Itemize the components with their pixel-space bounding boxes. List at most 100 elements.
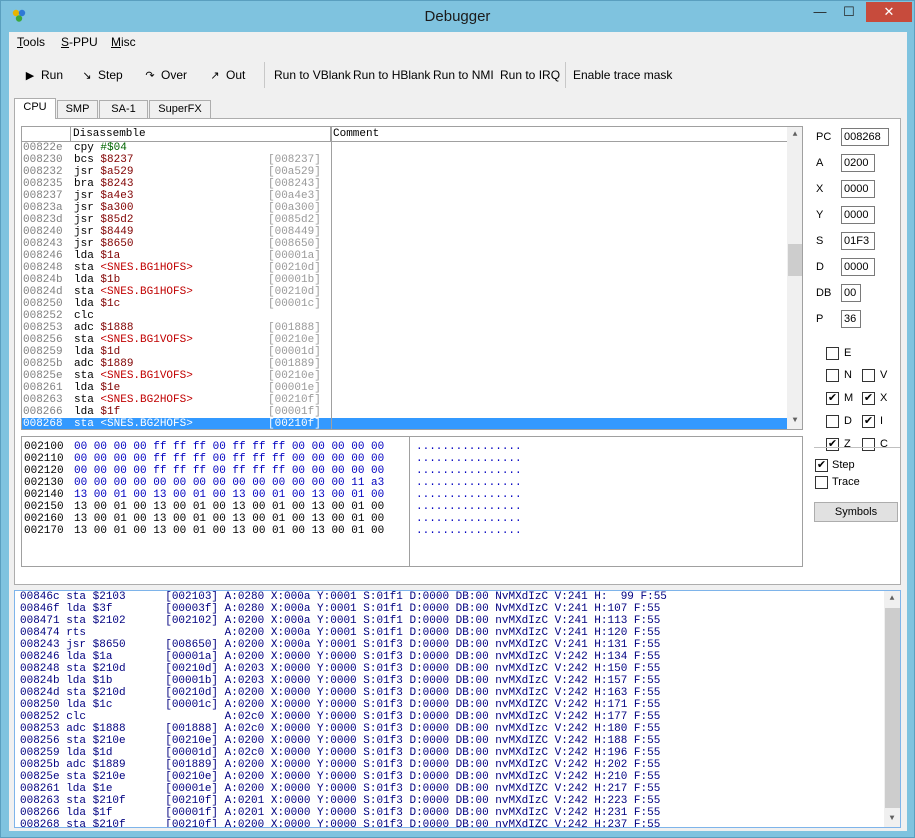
trace-line[interactable]: 008474 rts A:0200 X:000a Y:0001 S:01f1 D… (20, 627, 667, 639)
column-header-address[interactable] (22, 127, 71, 141)
scroll-up-icon[interactable]: ▲ (787, 127, 802, 143)
trace-line[interactable]: 00846f lda $3f [00003f] A:0280 X:000a Y:… (20, 603, 667, 615)
trace-line[interactable]: 008263 sta $210f [00210f] A:0201 X:0000 … (20, 795, 667, 807)
row-instruction: lda $1f (74, 406, 120, 418)
run-to-vblank-button[interactable]: Run to VBlank (274, 68, 351, 82)
tab-sa-1[interactable]: SA-1 (99, 100, 148, 118)
trace-scrollbar[interactable]: ▲ ▼ (884, 591, 900, 827)
title-bar[interactable]: Debugger — ☐ ✕ (1, 1, 914, 32)
row-instruction: sta <SNES.BG1VOFS> (74, 334, 193, 346)
trace-line[interactable]: 008268 sta $210f [00210f] A:0200 X:0000 … (20, 819, 667, 827)
disassembly-row[interactable]: 008235 bra $8243 [008243] (22, 178, 787, 190)
trace-line[interactable]: 00824b lda $1b [00001b] A:0203 X:0000 Y:… (20, 675, 667, 687)
tab-cpu[interactable]: CPU (14, 98, 56, 119)
disassembly-row[interactable]: 008230 bcs $8237 [008237] (22, 154, 787, 166)
row-opcode: clc (74, 310, 94, 322)
memory-row[interactable]: 002150 13 00 01 00 13 00 01 00 13 00 01 0… (24, 501, 784, 513)
disassembly-view[interactable]: Disassemble Comment 00822e cpy #$04 008230… (21, 126, 803, 430)
disassembly-row[interactable]: 00823d jsr $85d2 [0085d2] (22, 214, 787, 226)
memory-row[interactable]: 002170 13 00 01 00 13 00 01 00 13 00 01 0… (24, 525, 784, 537)
run-to-nmi-button[interactable]: Run to NMI (433, 68, 494, 82)
trace-line[interactable]: 00825b adc $1889 [001889] A:0200 X:0000 … (20, 759, 667, 771)
trace-line[interactable]: 00825e sta $210e [00210e] A:0200 X:0000 … (20, 771, 667, 783)
menu-misc[interactable]: Misc (111, 35, 136, 49)
trace-line[interactable]: 008256 sta $210e [00210e] A:0200 X:0000 … (20, 735, 667, 747)
trace-log[interactable]: 00846c sta $2103 [002103] A:0280 X:000a … (14, 590, 901, 828)
run-to-irq-button[interactable]: Run to IRQ (500, 68, 560, 82)
symbols-button[interactable]: Symbols (814, 502, 898, 522)
run-to-hblank-button[interactable]: Run to HBlank (353, 68, 430, 82)
step-over-button[interactable]: ↷ Over (143, 68, 187, 82)
column-header-comment[interactable]: Comment (331, 127, 787, 141)
register-pc-value[interactable]: 008268 (841, 128, 889, 146)
trace-line[interactable]: 008471 sta $2102 [002102] A:0200 X:000a … (20, 615, 667, 627)
disassembly-row[interactable]: 008246 lda $1a [00001a] (22, 250, 787, 262)
disassembly-row[interactable]: 00825e sta <SNES.BG1VOFS> [00210e] (22, 370, 787, 382)
trace-line[interactable]: 008261 lda $1e [00001e] A:0200 X:0000 Y:… (20, 783, 667, 795)
register-p-value[interactable]: 36 (841, 310, 861, 328)
disassembly-row[interactable]: 008237 jsr $a4e3 [00a4e3] (22, 190, 787, 202)
disassembly-row[interactable]: 008263 sta <SNES.BG2HOFS> [00210f] (22, 394, 787, 406)
trace-line[interactable]: 008259 lda $1d [00001d] A:02c0 X:0000 Y:… (20, 747, 667, 759)
disassembly-row[interactable]: 008248 sta <SNES.BG1HOFS> [00210d] (22, 262, 787, 274)
enable-trace-mask-button[interactable]: Enable trace mask (573, 68, 672, 82)
scroll-down-icon[interactable]: ▼ (884, 811, 900, 827)
disassembly-row[interactable]: 00823a jsr $a300 [00a300] (22, 202, 787, 214)
memory-row[interactable]: 002120 00 00 00 00 ff ff ff 00 ff ff ff 0… (24, 465, 784, 477)
memory-row[interactable]: 002100 00 00 00 00 ff ff ff 00 ff ff ff 0… (24, 441, 784, 453)
disassembly-row[interactable]: 008243 jsr $8650 [008650] (22, 238, 787, 250)
scroll-up-icon[interactable]: ▲ (884, 591, 900, 607)
column-header-disassemble[interactable]: Disassemble (71, 127, 331, 141)
disassembly-row[interactable]: 008253 adc $1888 [001888] (22, 322, 787, 334)
disassembly-row[interactable]: 008252 clc (22, 310, 787, 322)
menu-tools[interactable]: Tools (17, 35, 45, 49)
minimize-button[interactable]: — (807, 2, 833, 22)
disassembly-row[interactable]: 00822e cpy #$04 (22, 142, 787, 154)
register-y-value[interactable]: 0000 (841, 206, 875, 224)
disassembly-row[interactable]: 00824b lda $1b [00001b] (22, 274, 787, 286)
memory-row[interactable]: 002140 13 00 01 00 13 00 01 00 13 00 01 0… (24, 489, 784, 501)
disassembly-row[interactable]: 008266 lda $1f [00001f] (22, 406, 787, 418)
trace-line[interactable]: 008252 clc A:02c0 X:0000 Y:0000 S:01f3 D… (20, 711, 667, 723)
memory-view[interactable]: 002100 00 00 00 00 ff ff ff 00 ff ff ff 0… (21, 436, 803, 567)
scrollbar-thumb[interactable] (788, 244, 802, 276)
disassembly-row[interactable]: 00825b adc $1889 [001889] (22, 358, 787, 370)
step-out-button[interactable]: ↗ Out (208, 68, 245, 82)
disassembly-row[interactable]: 008268 sta <SNES.BG2HOFS> [00210f] (22, 418, 787, 429)
disassembly-row[interactable]: 008256 sta <SNES.BG1VOFS> [00210e] (22, 334, 787, 346)
memory-row[interactable]: 002160 13 00 01 00 13 00 01 00 13 00 01 0… (24, 513, 784, 525)
disassembly-row[interactable]: 008240 jsr $8449 [008449] (22, 226, 787, 238)
disassembly-row[interactable]: 008259 lda $1d [00001d] (22, 346, 787, 358)
trace-line[interactable]: 008246 lda $1a [00001a] A:0200 X:0000 Y:… (20, 651, 667, 663)
trace-line[interactable]: 00824d sta $210d [00210d] A:0200 X:0000 … (20, 687, 667, 699)
trace-line[interactable]: 008243 jsr $8650 [008650] A:0200 X:000a … (20, 639, 667, 651)
register-x-value[interactable]: 0000 (841, 180, 875, 198)
disassembly-scrollbar[interactable]: ▲ ▼ (787, 127, 802, 429)
run-button[interactable]: ▶ Run (23, 68, 63, 82)
disassembly-row[interactable]: 00824d sta <SNES.BG1HOFS> [00210d] (22, 286, 787, 298)
trace-line[interactable]: 008250 lda $1c [00001c] A:0200 X:0000 Y:… (20, 699, 667, 711)
register-db-value[interactable]: 00 (841, 284, 861, 302)
step-button[interactable]: ↘ Step (80, 68, 122, 82)
scrollbar-thumb[interactable] (885, 608, 900, 808)
memory-row[interactable]: 002110 00 00 00 00 ff ff ff 00 ff ff ff 0… (24, 453, 784, 465)
menu-s-ppu[interactable]: S-PPU (61, 35, 98, 49)
close-button[interactable]: ✕ (866, 2, 912, 22)
disassembly-row[interactable]: 008261 lda $1e [00001e] (22, 382, 787, 394)
disassembly-row[interactable]: 008232 jsr $a529 [00a529] (22, 166, 787, 178)
trace-line[interactable]: 008248 sta $210d [00210d] A:0203 X:0000 … (20, 663, 667, 675)
trace-line[interactable]: 008266 lda $1f [00001f] A:0201 X:0000 Y:… (20, 807, 667, 819)
disassembly-row[interactable]: 008250 lda $1c [00001c] (22, 298, 787, 310)
memory-row[interactable]: 002130 00 00 00 00 00 00 00 00 00 00 00 0… (24, 477, 784, 489)
row-effective-address: [00210d] (268, 262, 321, 274)
trace-line[interactable]: 00846c sta $2103 [002103] A:0280 X:000a … (20, 591, 667, 603)
scroll-down-icon[interactable]: ▼ (787, 413, 802, 429)
register-d-value[interactable]: 0000 (841, 258, 875, 276)
tab-superfx[interactable]: SuperFX (149, 100, 211, 118)
register-a-value[interactable]: 0200 (841, 154, 875, 172)
trace-line[interactable]: 008253 adc $1888 [001888] A:02c0 X:0000 … (20, 723, 667, 735)
register-s-value[interactable]: 01F3 (841, 232, 875, 250)
tab-smp[interactable]: SMP (57, 100, 98, 118)
row-instruction: lda $1e (74, 382, 120, 394)
maximize-button[interactable]: ☐ (836, 2, 862, 22)
